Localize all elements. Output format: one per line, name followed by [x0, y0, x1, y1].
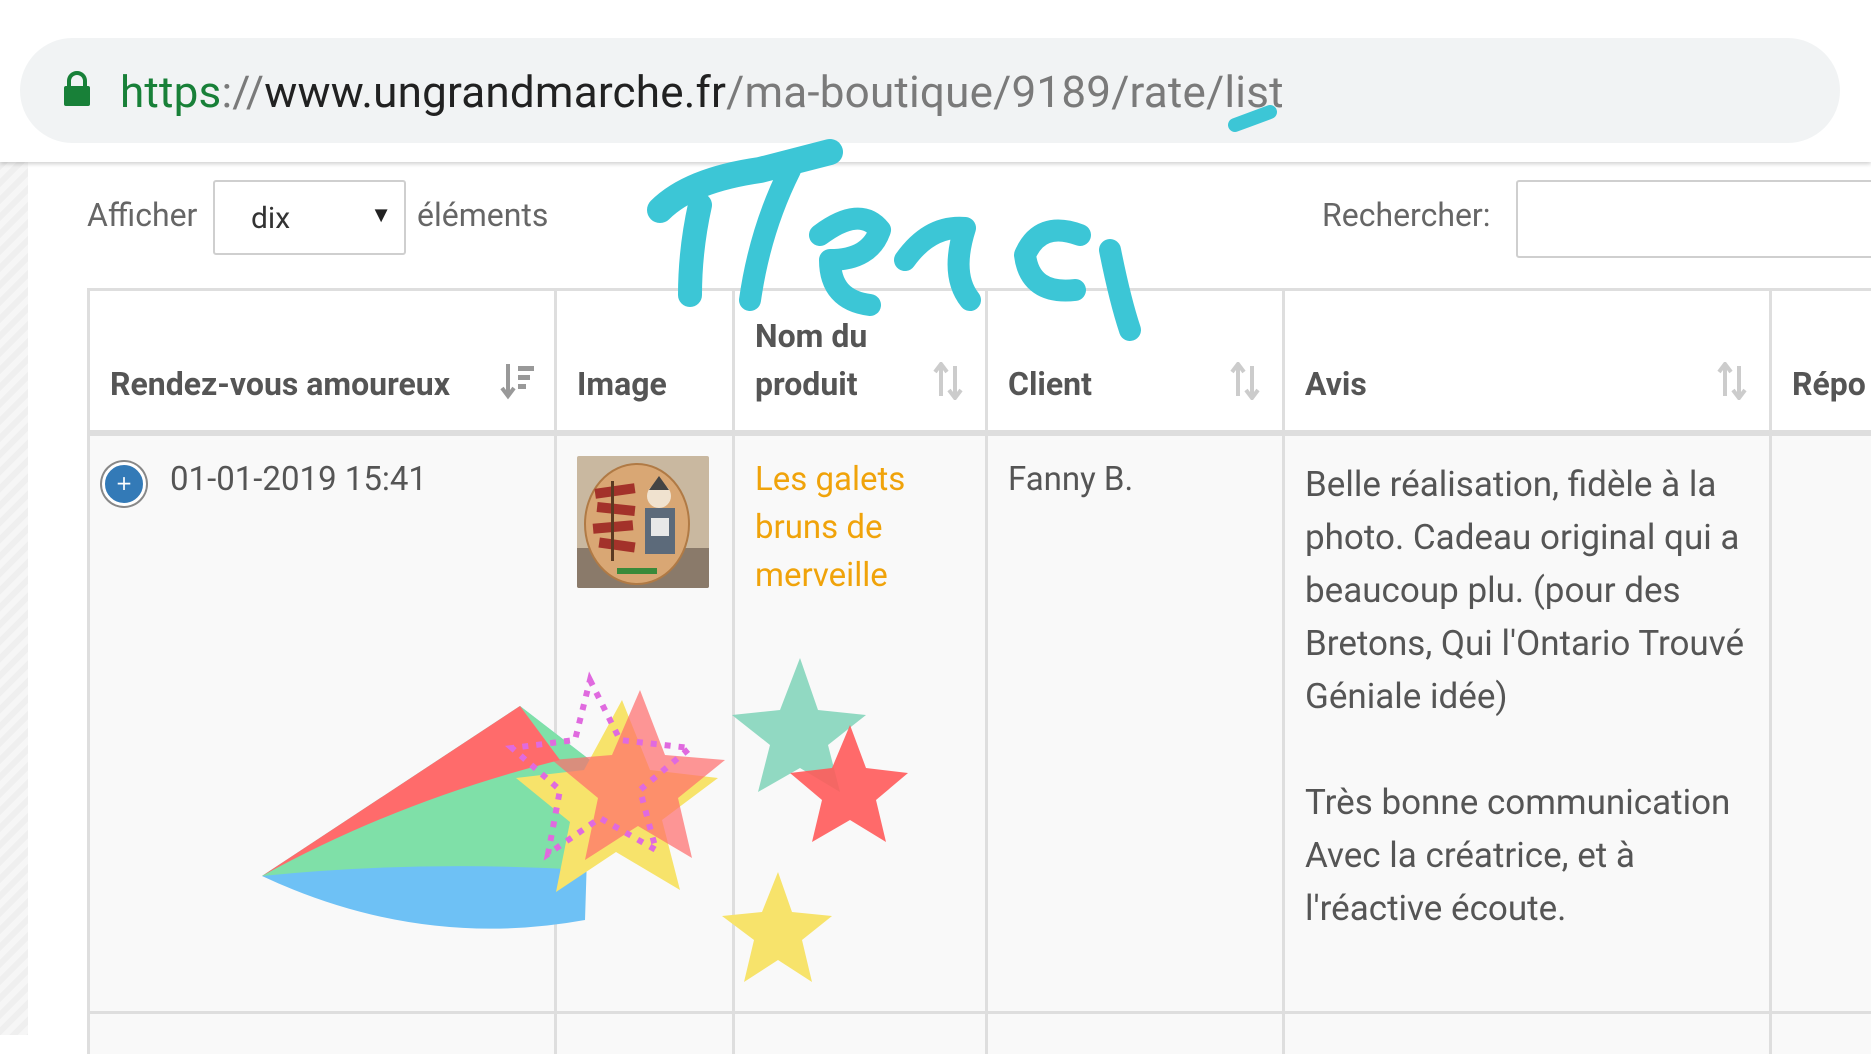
expand-row-button[interactable]: +: [102, 462, 146, 506]
sort-icon: [1230, 362, 1260, 400]
length-select[interactable]: dix ▼: [213, 180, 406, 255]
sort-icon: [1717, 362, 1747, 400]
cell-review: [1285, 1014, 1772, 1054]
cell-image: [557, 1014, 735, 1054]
search-label: Rechercher:: [1322, 196, 1491, 234]
client-name: Fanny B.: [1008, 460, 1134, 499]
cell-client: [988, 1014, 1285, 1054]
review-paragraph: Très bonne communication Avec la créatri…: [1305, 782, 1731, 929]
sort-desc-icon: [500, 364, 534, 400]
cell-review: Belle réalisation, fidèle à la photo. Ca…: [1285, 436, 1772, 1011]
cell-client: Fanny B.: [988, 436, 1285, 1011]
column-label: Nom du produit: [755, 317, 868, 403]
product-thumbnail[interactable]: [577, 456, 709, 588]
sort-icon: [933, 362, 963, 400]
cell-product: [735, 1014, 988, 1054]
table-row: + 01-01-2019 15:41 Les galets bruns de m…: [87, 436, 1871, 1014]
column-header-image: Image: [557, 291, 735, 430]
column-label: Avis: [1305, 365, 1367, 403]
length-select-value: dix: [251, 201, 291, 236]
cell-product: Les galets bruns de merveille: [735, 436, 988, 1011]
table-header: Rendez-vous amoureux Image Nom du produi…: [87, 288, 1871, 436]
review-date: 01-01-2019 15:41: [170, 460, 427, 499]
page-content: Afficher dix ▼ éléments Rechercher: Rend…: [0, 162, 1871, 1054]
lock-icon: [64, 71, 90, 106]
cell-image: [557, 436, 735, 1011]
url-text[interactable]: https://www.ungrandmarche.fr/ma-boutique…: [120, 64, 1284, 120]
url-scheme: https: [120, 66, 222, 118]
url-domain: www.ungrandmarche.fr: [264, 66, 727, 118]
column-label: Rendez-vous amoureux: [110, 365, 450, 403]
product-link[interactable]: Les galets bruns de merveille: [755, 456, 955, 600]
reviews-table: Rendez-vous amoureux Image Nom du produi…: [87, 288, 1871, 1054]
product-image: [577, 456, 709, 588]
column-header-client[interactable]: Client: [988, 291, 1285, 430]
column-label: Répo: [1792, 365, 1866, 403]
column-header-product[interactable]: Nom du produit: [735, 291, 988, 430]
column-label: Image: [577, 365, 667, 403]
table-row: [87, 1014, 1871, 1054]
page-border: [0, 162, 28, 1035]
cell-reply: [1772, 436, 1871, 1011]
length-suffix: éléments: [417, 196, 549, 234]
status-bar: [0, 0, 1871, 26]
search-input[interactable]: [1516, 180, 1871, 258]
url-separator: ://: [221, 66, 265, 118]
column-header-date[interactable]: Rendez-vous amoureux: [90, 291, 557, 430]
browser-chrome: https://www.ungrandmarche.fr/ma-boutique…: [0, 0, 1871, 162]
cell-date: + 01-01-2019 15:41: [90, 436, 557, 1011]
url-path: /ma-boutique/9189/rate/list: [726, 66, 1284, 118]
length-label: Afficher: [87, 196, 198, 234]
column-label: Client: [1008, 365, 1092, 403]
chevron-down-icon: ▼: [370, 203, 392, 228]
column-header-reply[interactable]: Répo: [1772, 291, 1871, 430]
review-paragraph: Belle réalisation, fidèle à la photo. Ca…: [1305, 464, 1745, 717]
review-text: Belle réalisation, fidèle à la photo. Ca…: [1305, 458, 1755, 988]
column-header-review[interactable]: Avis: [1285, 291, 1772, 430]
cell-date: [90, 1014, 557, 1054]
